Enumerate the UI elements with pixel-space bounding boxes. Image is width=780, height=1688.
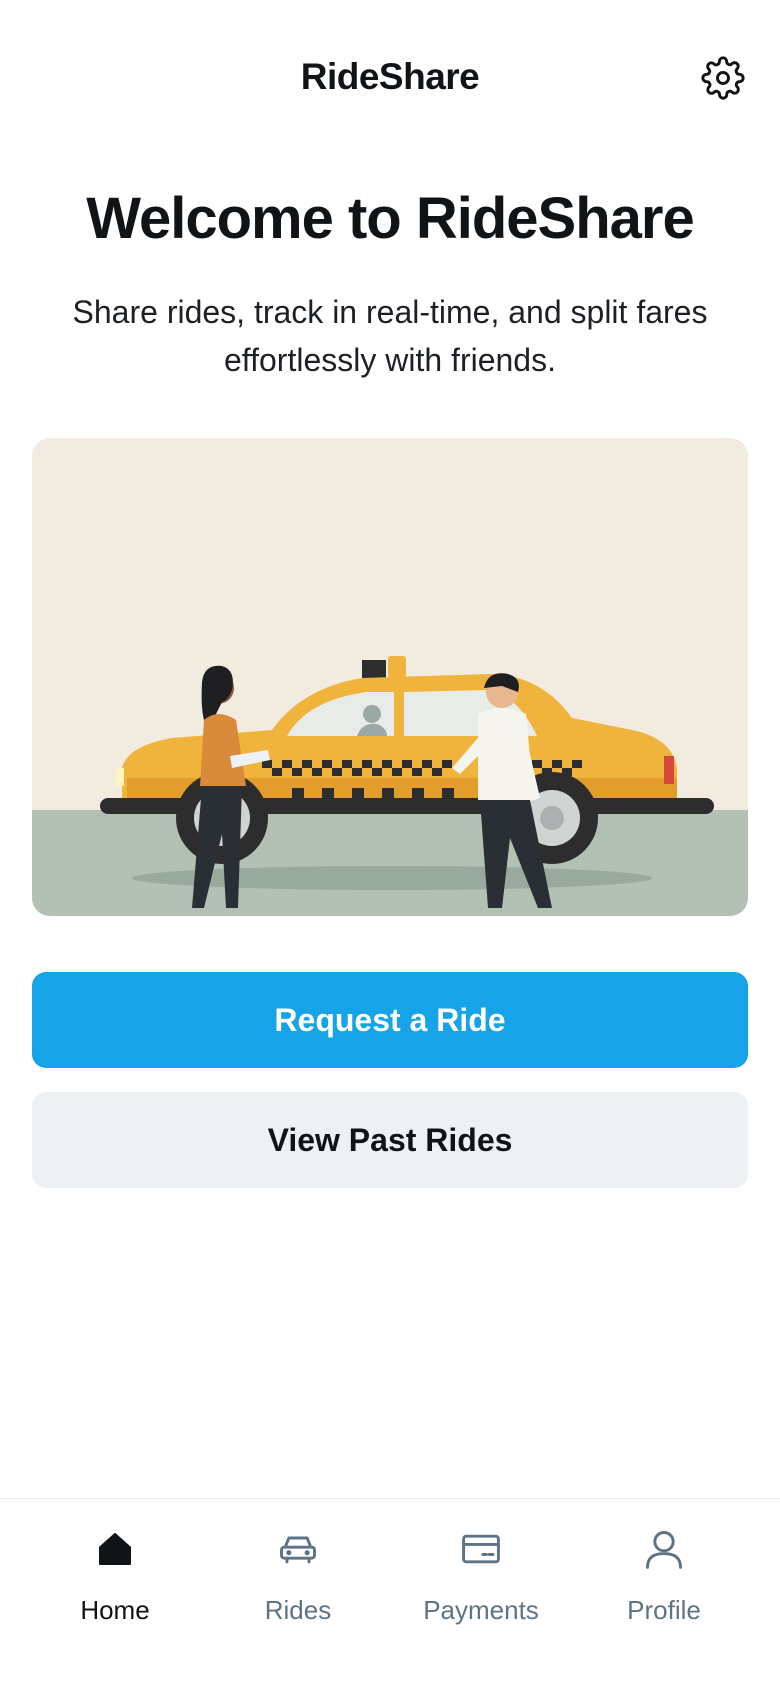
home-screen: RideShare Welcome to RideShare Share rid… [0,0,780,1688]
taxi-illustration [32,438,748,916]
nav-item-profile[interactable]: Profile [579,1527,749,1637]
nav-item-payments[interactable]: Payments [396,1527,566,1637]
nav-label-home: Home [80,1595,150,1625]
app-header: RideShare [0,0,780,160]
nav-label-payments: Payments [423,1595,539,1625]
car-icon [276,1527,320,1571]
taxi-scene-image [32,438,748,916]
settings-button[interactable] [699,54,747,102]
card-icon [459,1527,503,1571]
gear-icon [701,56,745,100]
home-icon [93,1527,137,1571]
user-icon [642,1527,686,1571]
welcome-heading: Welcome to RideShare [86,186,694,251]
welcome-subtitle: Share rides, track in real-time, and spl… [72,294,708,378]
nav-label-rides: Rides [264,1595,332,1625]
app-title: RideShare [300,56,480,97]
nav-item-rides[interactable]: Rides [213,1527,383,1637]
bottom-navigation: Home Rides Payments Profile [0,1498,780,1688]
view-past-rides-button[interactable]: View Past Rides [32,1092,748,1188]
nav-label-profile: Profile [627,1595,701,1625]
request-ride-button[interactable]: Request a Ride [32,972,748,1068]
nav-item-home[interactable]: Home [30,1527,200,1637]
